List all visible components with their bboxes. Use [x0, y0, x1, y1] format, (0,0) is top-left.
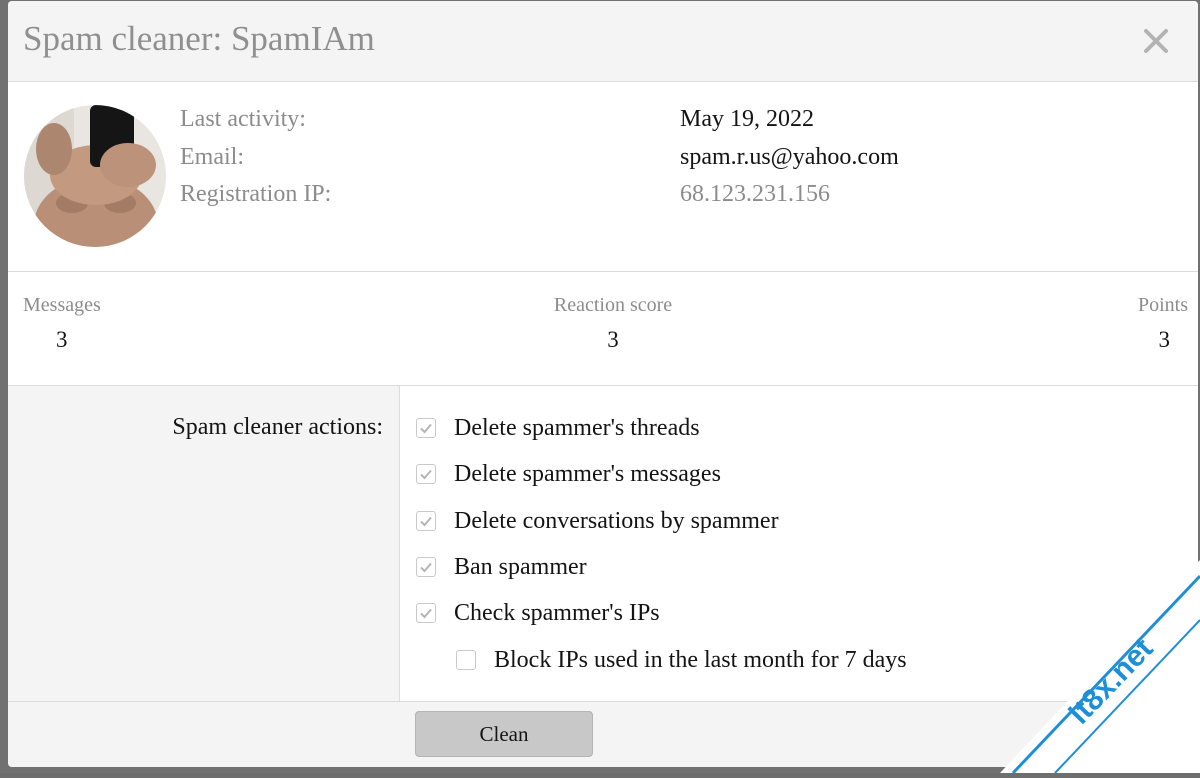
check-icon	[420, 423, 432, 434]
dialog-title: Spam cleaner: SpamIAm	[23, 19, 375, 58]
spam-cleaner-actions: Spam cleaner actions: Delete spammer's t…	[8, 386, 1198, 701]
email-value: spam.r.us@yahoo.com	[680, 144, 899, 170]
member-stats: Messages 3 Reaction score 3 Points 3	[8, 272, 1198, 386]
stat-points: Points 3	[1118, 294, 1188, 353]
close-icon	[1144, 29, 1168, 53]
check-icon	[420, 562, 432, 573]
registration-ip-link[interactable]: 68.123.231.156	[680, 181, 830, 208]
actions-label: Spam cleaner actions:	[172, 414, 383, 440]
option-label: Ban spammer	[454, 553, 587, 580]
check-ips-checkbox[interactable]	[416, 603, 436, 623]
check-icon	[420, 469, 432, 480]
stat-messages-label: Messages	[23, 294, 101, 316]
option-label: Block IPs used in the last month for 7 d…	[494, 646, 907, 673]
close-button[interactable]	[1136, 21, 1176, 61]
ban-spammer-checkbox[interactable]	[416, 557, 436, 577]
delete-messages-checkbox[interactable]	[416, 464, 436, 484]
last-activity-value: May 19, 2022	[680, 106, 814, 132]
block-ips-checkbox[interactable]	[456, 650, 476, 670]
option-label: Check spammer's IPs	[454, 599, 660, 626]
option-label: Delete conversations by spammer	[454, 507, 779, 534]
option-label: Delete spammer's threads	[454, 414, 700, 441]
check-icon	[420, 516, 432, 527]
stat-messages-value: 3	[56, 327, 68, 352]
actions-label-column: Spam cleaner actions:	[8, 386, 400, 701]
dialog-footer: Clean	[8, 701, 1198, 767]
delete-conversations-checkbox[interactable]	[416, 511, 436, 531]
avatar[interactable]	[24, 105, 166, 247]
stat-reaction-score: Reaction score 3	[538, 294, 688, 353]
stat-reaction-score-label: Reaction score	[553, 294, 673, 316]
registration-ip-label: Registration IP:	[180, 181, 332, 207]
option-delete-messages[interactable]: Delete spammer's messages	[416, 459, 721, 489]
option-delete-threads[interactable]: Delete spammer's threads	[416, 413, 700, 443]
option-ban-spammer[interactable]: Ban spammer	[416, 552, 587, 582]
option-check-ips[interactable]: Check spammer's IPs	[416, 598, 660, 628]
stat-messages: Messages 3	[23, 294, 101, 353]
stat-reaction-score-value: 3	[607, 327, 619, 352]
delete-threads-checkbox[interactable]	[416, 418, 436, 438]
stat-points-value: 3	[1158, 327, 1171, 352]
member-profile: Last activity: May 19, 2022 Email: spam.…	[8, 82, 1198, 272]
clean-button[interactable]: Clean	[415, 711, 593, 757]
email-label: Email:	[180, 144, 244, 170]
option-block-ips[interactable]: Block IPs used in the last month for 7 d…	[456, 645, 907, 675]
user-avatar-icon	[24, 105, 166, 247]
check-icon	[420, 608, 432, 619]
dialog-header: Spam cleaner: SpamIAm	[8, 1, 1198, 82]
option-label: Delete spammer's messages	[454, 460, 721, 487]
last-activity-label: Last activity:	[180, 106, 306, 132]
option-delete-conversations[interactable]: Delete conversations by spammer	[416, 506, 779, 536]
stat-points-label: Points	[1137, 294, 1188, 316]
spam-cleaner-dialog: Spam cleaner: SpamIAm Last activity: May…	[8, 1, 1198, 767]
